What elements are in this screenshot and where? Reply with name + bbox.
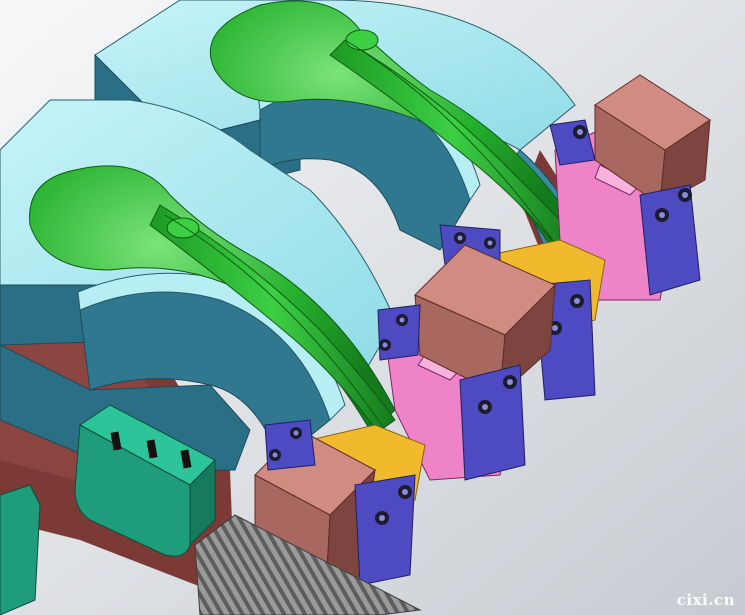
mold-assembly-3d-model[interactable]: [0, 0, 745, 615]
clamp-block: [377, 304, 421, 361]
teal-guide-block[interactable]: [0, 484, 41, 615]
watermark-text: cixi.cn: [676, 591, 735, 609]
clamp-block: [459, 364, 526, 481]
clamp-block: [354, 474, 416, 586]
clamp-block: [264, 419, 316, 471]
clamp-block: [639, 184, 701, 296]
cad-viewport[interactable]: cixi.cn: [0, 0, 745, 615]
